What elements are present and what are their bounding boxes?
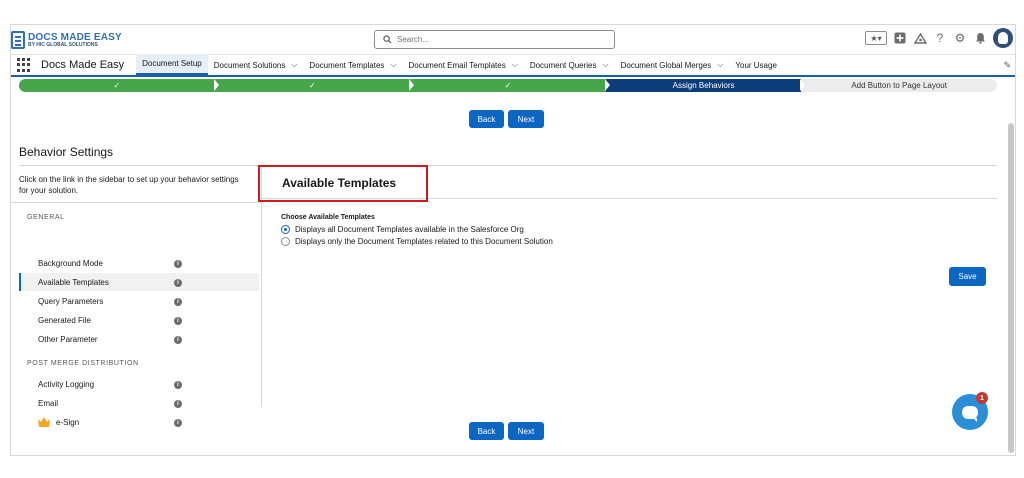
logo-main-text: DOCS MADE EASY: [28, 31, 122, 43]
path-step-add-button[interactable]: Add Button to Page Layout: [800, 79, 997, 92]
global-header: DOCS MADE EASY BY HIC GLOBAL SOLUTIONS ★…: [11, 25, 1015, 55]
choose-templates-label: Choose Available Templates: [281, 214, 375, 221]
info-icon[interactable]: i: [174, 317, 182, 325]
back-button-bottom[interactable]: Back: [469, 422, 504, 440]
app-window: DOCS MADE EASY BY HIC GLOBAL SOLUTIONS ★…: [10, 24, 1016, 456]
save-button[interactable]: Save: [949, 267, 986, 286]
info-icon[interactable]: i: [174, 298, 182, 306]
add-icon[interactable]: [893, 31, 907, 45]
edit-nav-pencil-icon[interactable]: ✎: [1003, 60, 1011, 71]
app-name: Docs Made Easy: [41, 59, 125, 71]
global-search[interactable]: [374, 30, 615, 49]
help-icon[interactable]: ?: [933, 31, 947, 45]
info-icon[interactable]: i: [174, 400, 182, 408]
available-templates-title: Available Templates: [282, 176, 397, 190]
page-scrollbar[interactable]: [1007, 79, 1015, 455]
app-launcher-icon[interactable]: [17, 58, 31, 72]
path-step-completed[interactable]: ✓: [409, 79, 606, 92]
next-button-bottom[interactable]: Next: [508, 422, 544, 440]
app-nav-bar: Docs Made Easy Document Setup Document S…: [11, 54, 1015, 77]
chevron-down-icon[interactable]: ⌵: [390, 60, 396, 70]
tab-document-queries[interactable]: Document Queries ⌵: [524, 54, 615, 76]
sidebar-item-available-templates[interactable]: Available Templates: [19, 273, 259, 291]
chevron-down-icon[interactable]: ⌵: [717, 60, 723, 70]
sidebar-item-query-parameters[interactable]: Query Parameters: [19, 292, 259, 310]
crown-premium-icon: [38, 417, 50, 427]
chat-bubble-icon: [962, 405, 978, 422]
user-avatar[interactable]: [993, 28, 1013, 48]
header-actions: ★▾ ? ⚙: [865, 28, 1013, 48]
info-icon[interactable]: i: [174, 381, 182, 389]
favorites-star-icon[interactable]: ★▾: [865, 31, 887, 45]
docs-logo-icon: [11, 31, 25, 49]
trailhead-icon[interactable]: [913, 31, 927, 45]
sidebar-description: Click on the link in the sidebar to set …: [19, 175, 239, 195]
chevron-down-icon[interactable]: ⌵: [603, 60, 609, 70]
next-button-top[interactable]: Next: [508, 110, 544, 128]
section-general-heading: GENERAL: [27, 214, 65, 221]
behavior-settings-title: Behavior Settings: [19, 145, 114, 159]
setup-progress-path: ✓ ✓ ✓ Assign Behaviors Add Button to Pag…: [19, 79, 997, 92]
tab-document-solutions[interactable]: Document Solutions ⌵: [208, 54, 304, 76]
info-icon[interactable]: i: [174, 336, 182, 344]
notification-bell-icon[interactable]: [973, 31, 987, 45]
section-post-merge-heading: POST MERGE DISTRIBUTION: [27, 360, 139, 367]
info-icon[interactable]: i: [174, 260, 182, 268]
back-button-top[interactable]: Back: [469, 110, 504, 128]
info-icon[interactable]: i: [174, 419, 182, 427]
behavior-sidebar: Click on the link in the sidebar to set …: [11, 165, 262, 408]
path-step-completed[interactable]: ✓: [213, 79, 411, 92]
scrollbar-thumb[interactable]: [1008, 123, 1014, 453]
tab-your-usage[interactable]: Your Usage: [729, 54, 783, 76]
sidebar-item-esign[interactable]: e-Sign: [19, 413, 259, 431]
chat-notification-badge: 1: [976, 392, 988, 404]
sidebar-item-activity-logging[interactable]: Activity Logging: [19, 375, 259, 393]
settings-gear-icon[interactable]: ⚙: [953, 31, 967, 45]
sidebar-item-other-parameter[interactable]: Other Parameter: [19, 330, 259, 348]
tab-document-setup[interactable]: Document Setup: [136, 54, 208, 76]
sidebar-item-background-mode[interactable]: Background Mode: [19, 254, 259, 272]
search-input[interactable]: [397, 35, 597, 44]
chevron-down-icon[interactable]: ⌵: [291, 60, 297, 70]
path-step-assign-behaviors[interactable]: Assign Behaviors: [604, 79, 802, 92]
logo-sub-text: BY HIC GLOBAL SOLUTIONS: [28, 41, 98, 48]
available-templates-header: Available Templates: [258, 165, 997, 202]
tab-document-templates[interactable]: Document Templates ⌵: [303, 54, 402, 76]
tab-document-email-templates[interactable]: Document Email Templates ⌵: [403, 54, 524, 76]
path-step-completed[interactable]: ✓: [19, 79, 215, 92]
radio-option-related[interactable]: Displays only the Document Templates rel…: [281, 237, 553, 246]
sidebar-item-email[interactable]: Email: [19, 394, 259, 412]
sidebar-item-generated-file[interactable]: Generated File: [19, 311, 259, 329]
radio-button-selected[interactable]: [281, 225, 290, 234]
tab-document-global-merges[interactable]: Document Global Merges ⌵: [615, 54, 730, 76]
search-icon: [383, 35, 392, 44]
app-logo[interactable]: DOCS MADE EASY BY HIC GLOBAL SOLUTIONS: [11, 30, 122, 50]
radio-button[interactable]: [281, 237, 290, 246]
radio-option-all[interactable]: Displays all Document Templates availabl…: [281, 225, 524, 234]
chevron-down-icon[interactable]: ⌵: [512, 60, 518, 70]
info-icon[interactable]: i: [174, 279, 182, 287]
